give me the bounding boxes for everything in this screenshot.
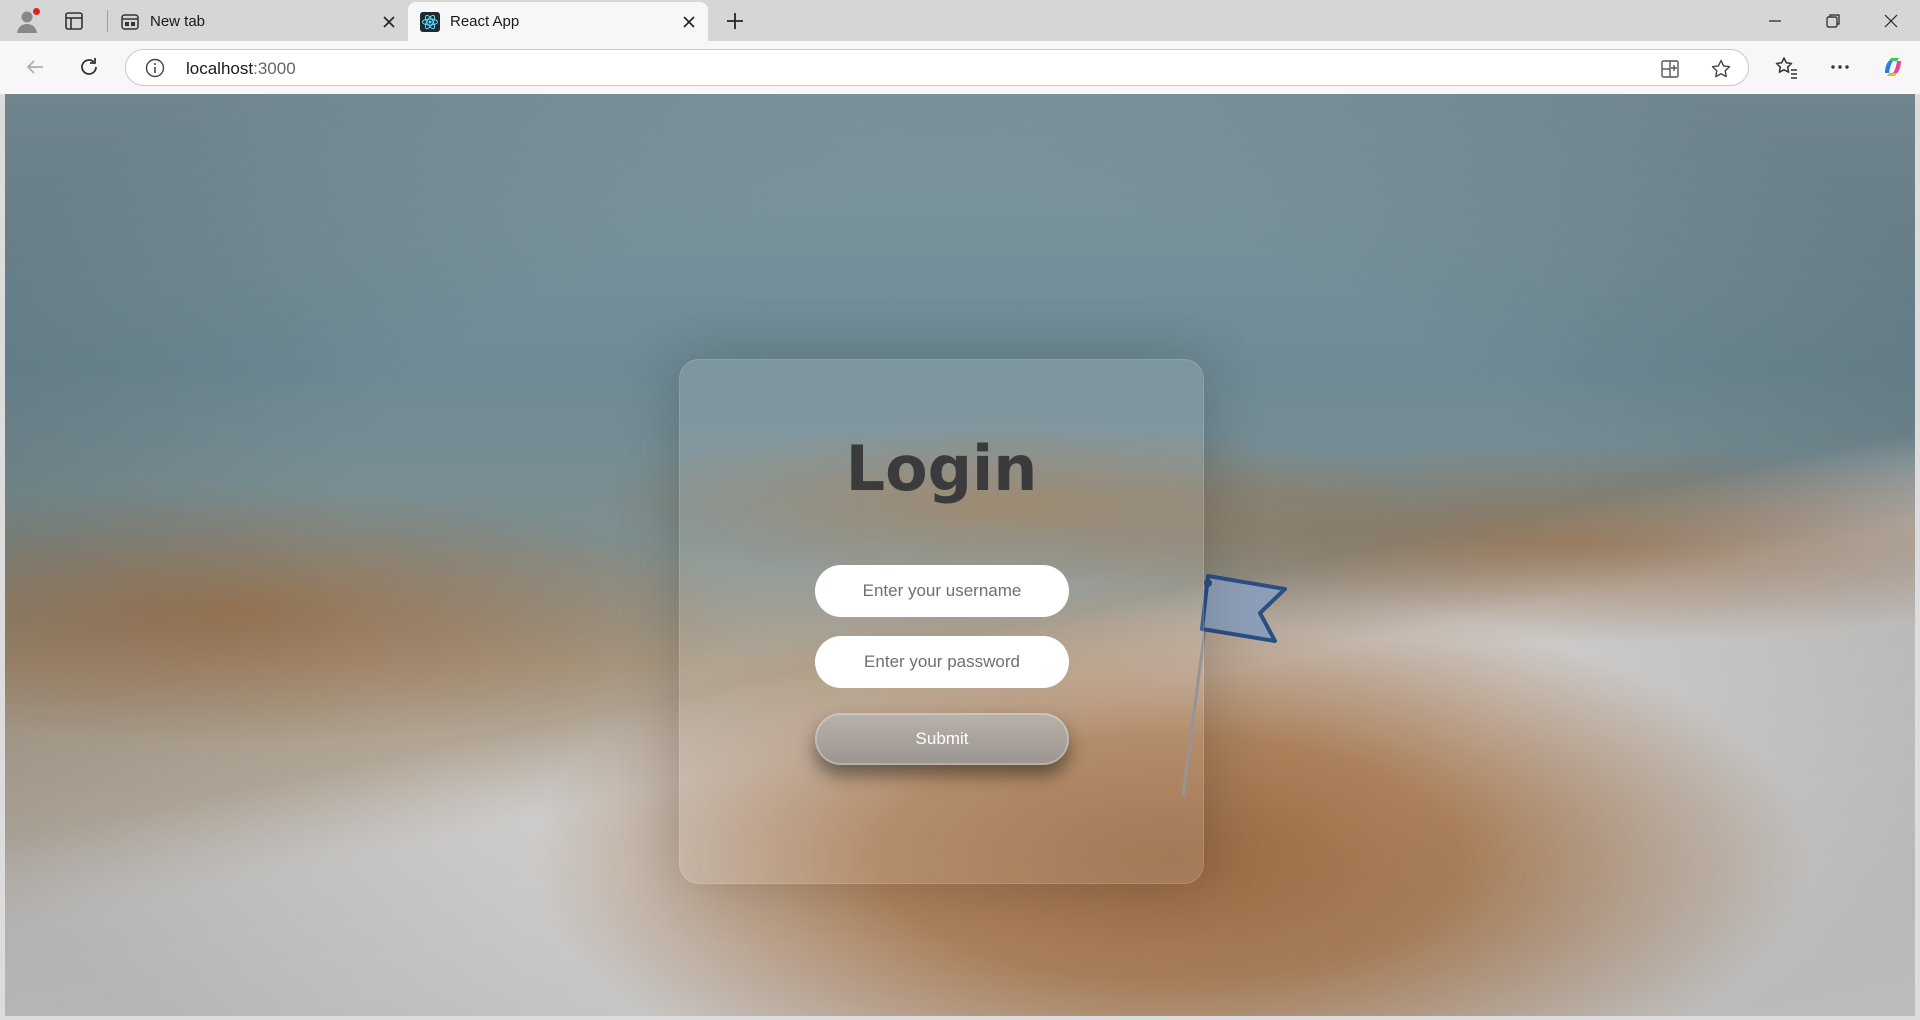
url-port: :3000 (253, 59, 296, 78)
minimize-icon[interactable] (1762, 8, 1788, 34)
close-window-icon[interactable] (1878, 8, 1904, 34)
tab-react-app[interactable]: React App (408, 2, 708, 41)
react-favicon (420, 12, 440, 32)
favorite-star-icon[interactable] (1709, 57, 1733, 81)
back-icon[interactable] (21, 53, 49, 81)
tab-label: New tab (150, 13, 206, 30)
url-host: localhost (186, 59, 254, 78)
copilot-icon[interactable] (1879, 53, 1907, 81)
plus-icon[interactable] (722, 8, 748, 34)
profile-icon[interactable] (14, 8, 40, 34)
address-bar[interactable]: localhost:3000 (125, 49, 1749, 86)
browser-toolbar: localhost:3000 (0, 41, 1920, 94)
tab-new-tab[interactable]: New tab (108, 2, 408, 41)
username-input[interactable] (815, 565, 1069, 617)
newtab-favicon (120, 12, 140, 32)
close-icon[interactable] (678, 11, 700, 33)
reload-icon[interactable] (75, 53, 103, 81)
close-icon[interactable] (378, 11, 400, 33)
login-card: Login Submit (679, 359, 1204, 884)
restore-icon[interactable] (1820, 8, 1846, 34)
tab-actions-icon[interactable] (62, 9, 86, 33)
app-available-icon[interactable] (1658, 57, 1682, 81)
notification-dot (33, 8, 40, 15)
page-title: Login (845, 432, 1038, 505)
favorites-icon[interactable] (1772, 53, 1800, 81)
tab-label: React App (450, 13, 520, 30)
page-viewport: Login Submit (5, 94, 1915, 1016)
tab-strip: New tab React App (0, 0, 1920, 41)
submit-button[interactable]: Submit (815, 713, 1069, 765)
more-icon[interactable] (1826, 53, 1854, 81)
address-text[interactable]: localhost:3000 (186, 59, 296, 79)
password-input[interactable] (815, 636, 1069, 688)
info-icon[interactable] (144, 57, 166, 79)
